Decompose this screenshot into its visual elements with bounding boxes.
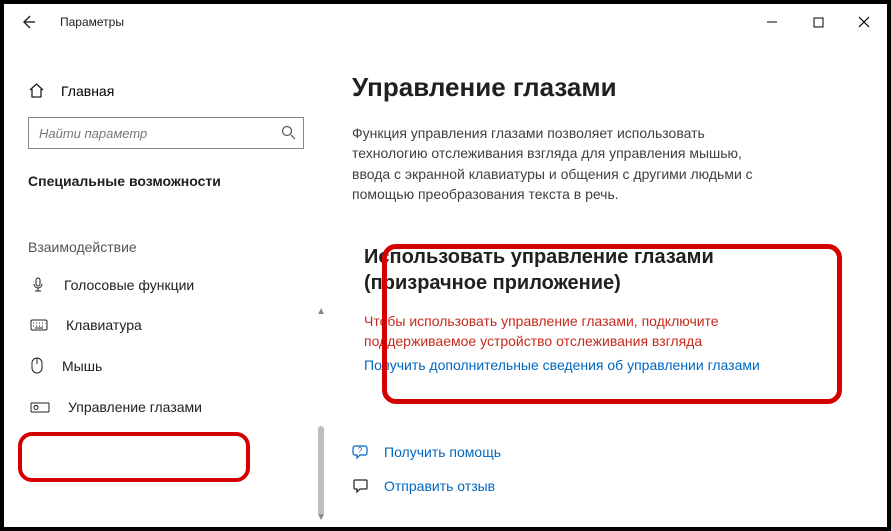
keyboard-icon xyxy=(30,318,48,332)
close-button[interactable] xyxy=(841,6,887,38)
maximize-button[interactable] xyxy=(795,6,841,38)
search-input[interactable] xyxy=(28,117,304,149)
eye-control-icon xyxy=(30,400,50,414)
window-title: Параметры xyxy=(60,15,124,29)
page-description: Функция управления глазами позволяет исп… xyxy=(352,123,782,204)
sidebar-item-keyboard[interactable]: Клавиатура xyxy=(12,305,324,345)
content-area: Управление глазами Функция управления гл… xyxy=(324,40,887,527)
page-title: Управление глазами xyxy=(352,72,863,103)
sidebar-item-eye-control[interactable]: Управление глазами xyxy=(12,387,324,427)
home-link[interactable]: Главная xyxy=(12,76,324,105)
feedback-label: Отправить отзыв xyxy=(384,478,495,494)
svg-text:?: ? xyxy=(358,446,363,455)
microphone-icon xyxy=(30,277,46,293)
home-icon xyxy=(28,82,45,99)
feedback-link[interactable]: Отправить отзыв xyxy=(352,469,863,503)
group-heading: Взаимодействие xyxy=(12,201,324,265)
sidebar-item-mouse[interactable]: Мышь xyxy=(12,345,324,387)
home-label: Главная xyxy=(61,83,114,99)
back-button[interactable] xyxy=(12,6,44,38)
help-label: Получить помощь xyxy=(384,444,501,460)
minimize-button[interactable] xyxy=(749,6,795,38)
feedback-icon xyxy=(352,477,370,495)
sidebar-item-label: Голосовые функции xyxy=(64,277,194,293)
sidebar-item-label: Мышь xyxy=(62,358,102,374)
section-heading: Специальные возможности xyxy=(12,165,324,201)
learn-more-link[interactable]: Получить дополнительные сведения об упра… xyxy=(364,357,800,373)
section-title: Использовать управление глазами (призрач… xyxy=(364,244,800,296)
help-icon: ? xyxy=(352,443,370,461)
sidebar: Главная Специальные возможности Взаимоде… xyxy=(4,40,324,527)
sidebar-item-label: Управление глазами xyxy=(68,399,202,415)
get-help-link[interactable]: ? Получить помощь xyxy=(352,435,863,469)
sidebar-item-label: Клавиатура xyxy=(66,317,142,333)
warning-text: Чтобы использовать управление глазами, п… xyxy=(364,312,800,351)
sidebar-item-voice[interactable]: Голосовые функции xyxy=(12,265,324,305)
mouse-icon xyxy=(30,357,44,375)
